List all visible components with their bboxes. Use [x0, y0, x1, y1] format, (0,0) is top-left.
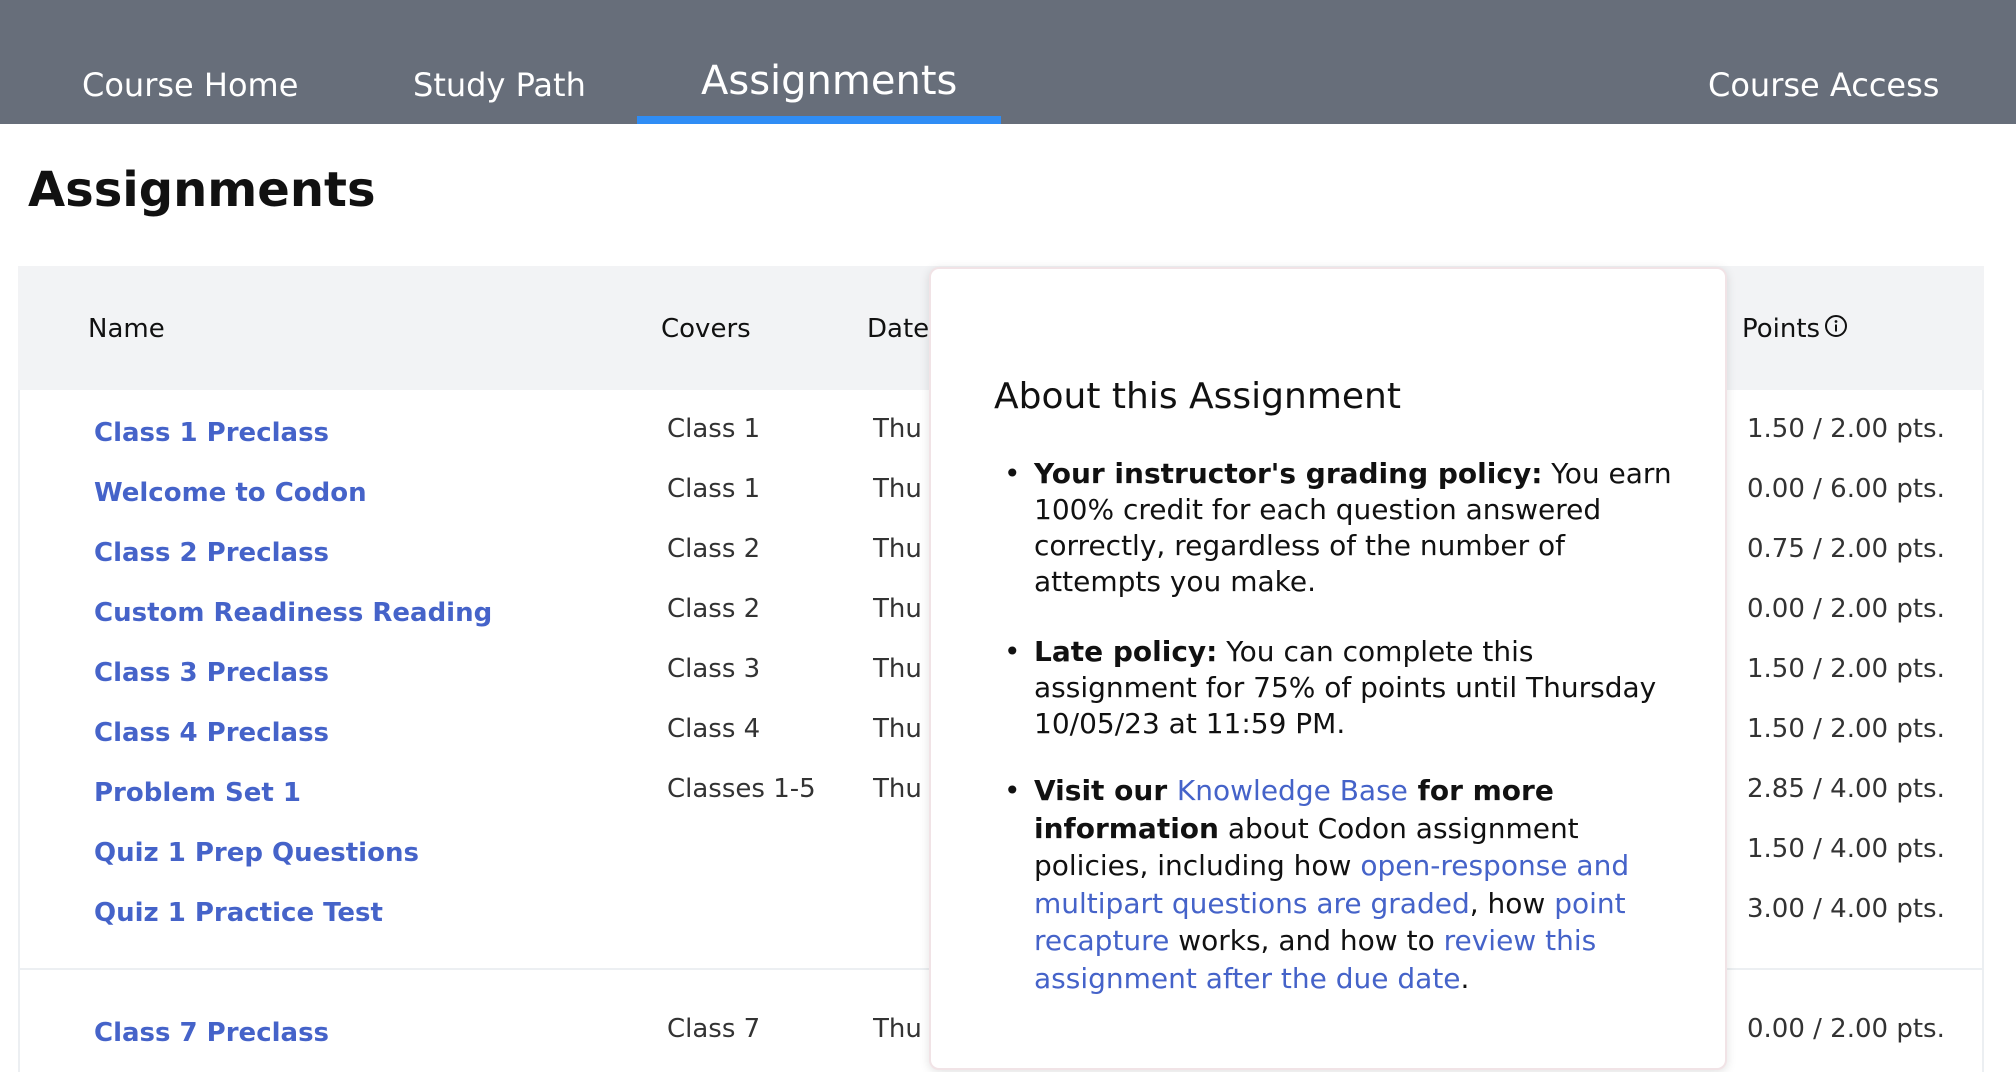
assignment-name-link[interactable]: Welcome to Codon [94, 478, 367, 508]
date-cell: Thu [873, 474, 920, 504]
tab-study-path[interactable]: Study Path [413, 66, 586, 104]
points-cell: 2.85 / 4.00 pts. [1747, 774, 1945, 804]
date-cell: Thu [873, 1014, 920, 1044]
info-circle-icon[interactable] [1824, 314, 1848, 338]
assignment-name-link[interactable]: Problem Set 1 [94, 778, 301, 808]
late-policy-label: Late policy: [1034, 635, 1218, 668]
date-cell: Thu [873, 714, 920, 744]
points-cell: 1.50 / 2.00 pts. [1747, 714, 1945, 744]
covers-cell: Class 4 [667, 714, 761, 744]
bullet-icon: • [1004, 635, 1021, 668]
date-cell: Thu [873, 594, 920, 624]
grading-policy-label: Your instructor's grading policy: [1034, 457, 1543, 490]
column-header-date[interactable]: Date [867, 314, 929, 344]
tab-course-home[interactable]: Course Home [82, 66, 298, 104]
assignment-name-link[interactable]: Custom Readiness Reading [94, 598, 492, 628]
visit-text-b: , how [1469, 886, 1555, 920]
visit-text-d: . [1460, 961, 1470, 995]
assignment-name-link[interactable]: Quiz 1 Prep Questions [94, 838, 419, 868]
knowledge-base-item: • Visit our Knowledge Base for more info… [1004, 772, 1674, 997]
popover-title: About this Assignment [994, 376, 1401, 417]
points-cell: 0.00 / 2.00 pts. [1747, 1014, 1945, 1044]
points-cell: 1.50 / 2.00 pts. [1747, 414, 1945, 444]
points-cell: 1.50 / 2.00 pts. [1747, 654, 1945, 684]
covers-cell: Class 1 [667, 414, 761, 444]
assignment-name-link[interactable]: Class 7 Preclass [94, 1018, 329, 1048]
points-cell: 1.50 / 4.00 pts. [1747, 834, 1945, 864]
points-cell: 3.00 / 4.00 pts. [1747, 894, 1945, 924]
grading-policy-item: • Your instructor's grading policy: You … [1004, 456, 1674, 600]
top-navigation [0, 0, 2016, 124]
covers-cell: Class 3 [667, 654, 761, 684]
assignment-name-link[interactable]: Class 4 Preclass [94, 718, 329, 748]
bullet-icon: • [1004, 457, 1021, 490]
column-header-points[interactable]: Points [1742, 314, 1820, 344]
column-header-name[interactable]: Name [88, 314, 165, 344]
assignment-name-link[interactable]: Class 2 Preclass [94, 538, 329, 568]
points-cell: 0.00 / 6.00 pts. [1747, 474, 1945, 504]
page-title: Assignments [28, 162, 376, 218]
late-policy-item: • Late policy: You can complete this ass… [1004, 634, 1674, 742]
date-cell: Thu [873, 774, 920, 804]
points-cell: 0.00 / 2.00 pts. [1747, 594, 1945, 624]
covers-cell: Class 7 [667, 1014, 761, 1044]
visit-text-c: works, and how to [1169, 924, 1444, 957]
points-cell: 0.75 / 2.00 pts. [1747, 534, 1945, 564]
covers-cell: Classes 1-5 [667, 774, 816, 804]
covers-cell: Class 1 [667, 474, 761, 504]
tab-course-access[interactable]: Course Access [1708, 66, 1939, 104]
active-tab-indicator [637, 116, 1001, 124]
assignment-name-link[interactable]: Class 3 Preclass [94, 658, 329, 688]
assignment-name-link[interactable]: Quiz 1 Practice Test [94, 898, 383, 928]
bullet-icon: • [1004, 774, 1021, 807]
visit-label-a: Visit our [1034, 774, 1177, 807]
date-cell: Thu [873, 534, 920, 564]
covers-cell: Class 2 [667, 534, 761, 564]
date-cell: Thu [873, 414, 920, 444]
assignment-name-link[interactable]: Class 1 Preclass [94, 418, 329, 448]
knowledge-base-link[interactable]: Knowledge Base [1177, 774, 1408, 807]
covers-cell: Class 2 [667, 594, 761, 624]
tab-assignments[interactable]: Assignments [701, 58, 957, 104]
date-cell: Thu [873, 654, 920, 684]
column-header-covers[interactable]: Covers [661, 314, 751, 344]
